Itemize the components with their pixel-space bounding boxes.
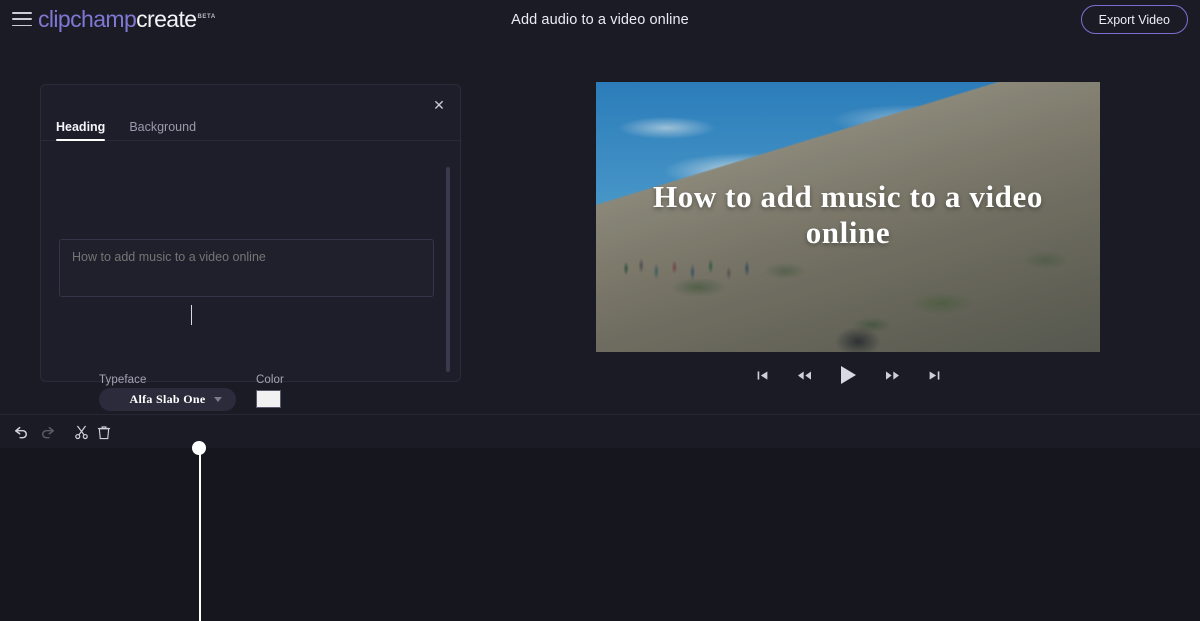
close-icon[interactable]: ✕ <box>428 94 450 116</box>
timeline-toolbar: 0:17 / 0:38 + − <box>0 415 1200 448</box>
undo-icon[interactable] <box>10 422 32 442</box>
skip-to-end-button[interactable] <box>923 364 945 386</box>
app-header: clipchampcreateBETA Add audio to a video… <box>0 0 1200 40</box>
typeface-label: Typeface <box>99 374 147 386</box>
color-label: Color <box>256 374 284 386</box>
panel-tabs: Heading Background <box>41 115 462 141</box>
playhead-handle[interactable] <box>192 441 206 455</box>
text-properties-panel: ✕ Heading Background Typeface Alfa Slab … <box>40 84 462 507</box>
typeface-value: Alfa Slab One <box>129 392 206 406</box>
typeface-dropdown[interactable]: Alfa Slab One <box>99 388 236 411</box>
chevron-down-icon <box>214 397 222 402</box>
redo-icon[interactable] <box>37 422 59 442</box>
play-button[interactable] <box>835 362 861 388</box>
trash-icon[interactable] <box>93 422 115 442</box>
rewind-button[interactable] <box>793 364 815 386</box>
hamburger-icon[interactable] <box>12 10 32 28</box>
playhead-line <box>199 448 201 621</box>
heading-text-input[interactable] <box>59 239 434 297</box>
clipchamp-editor: clipchampcreateBETA Add audio to a video… <box>0 0 1200 621</box>
preview-overlay-title: How to add music to a video online <box>653 179 1043 250</box>
tab-heading[interactable]: Heading <box>56 120 106 141</box>
brand-name-secondary: create <box>136 6 197 32</box>
panel-body: Typeface Alfa Slab One Color Size 110 Op… <box>41 145 462 507</box>
brand-logo[interactable]: clipchampcreateBETA <box>38 6 216 33</box>
tab-background[interactable]: Background <box>129 120 196 140</box>
color-swatch[interactable] <box>256 390 281 408</box>
text-caret <box>191 305 192 325</box>
brand-name-primary: clipchamp <box>38 6 137 32</box>
scissors-icon[interactable] <box>70 422 92 442</box>
beta-badge: BETA <box>197 14 216 21</box>
panel-scrollbar[interactable] <box>446 167 450 372</box>
video-preview[interactable]: How to add music to a video online <box>596 82 1100 352</box>
playback-controls <box>596 360 1100 390</box>
export-video-button[interactable]: Export Video <box>1080 5 1188 34</box>
fast-forward-button[interactable] <box>881 364 903 386</box>
skip-to-start-button[interactable] <box>751 364 773 386</box>
timeline-tracks[interactable]: HOW TO ADD MUSIC TO A VIDEO ... SAMPLE_O… <box>0 448 1200 621</box>
